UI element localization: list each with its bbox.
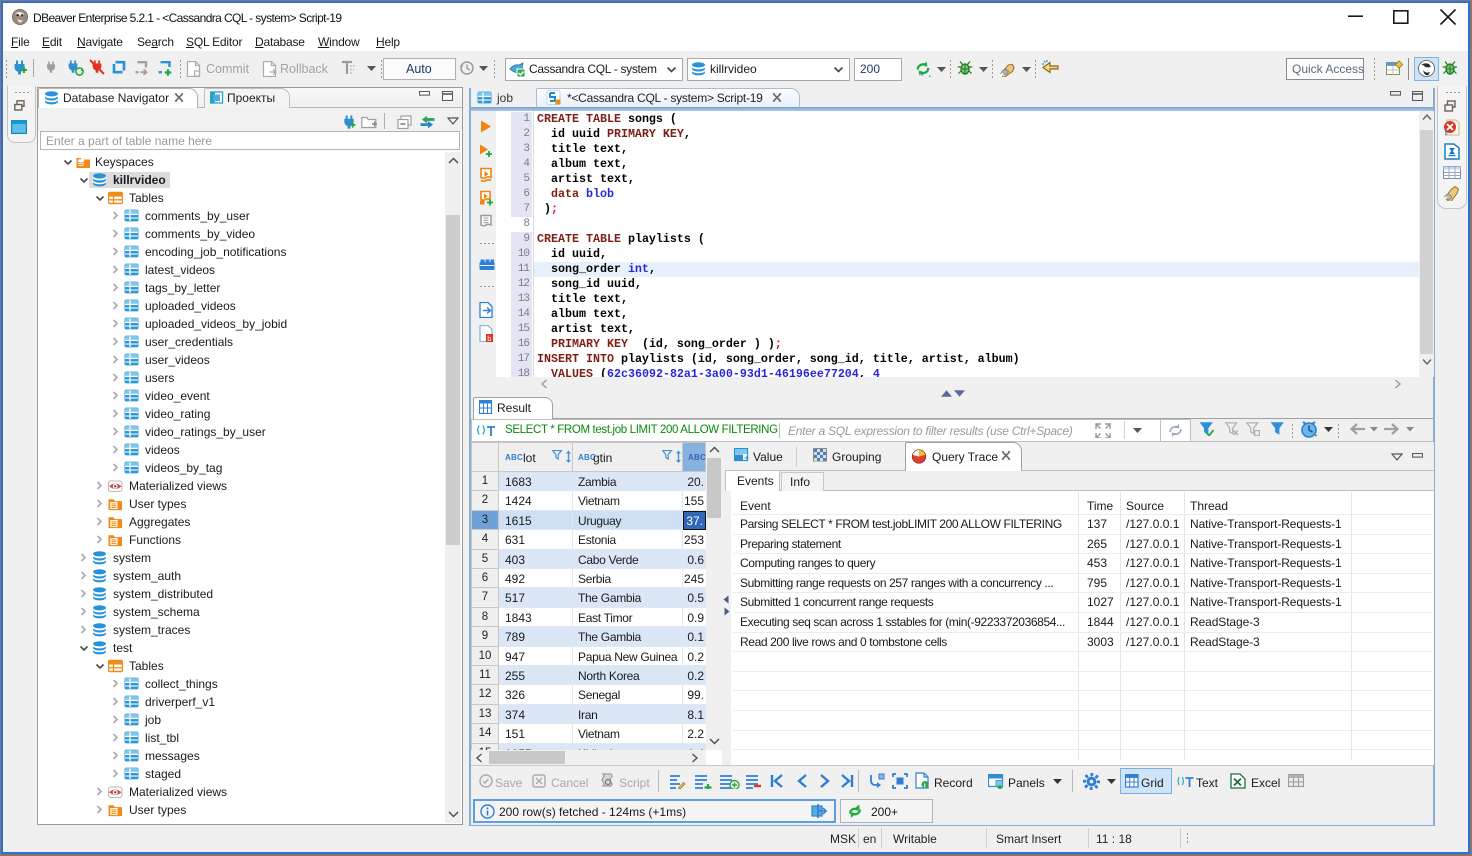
- svg-text:b: b: [487, 334, 491, 342]
- svg-text:i: i: [924, 782, 926, 789]
